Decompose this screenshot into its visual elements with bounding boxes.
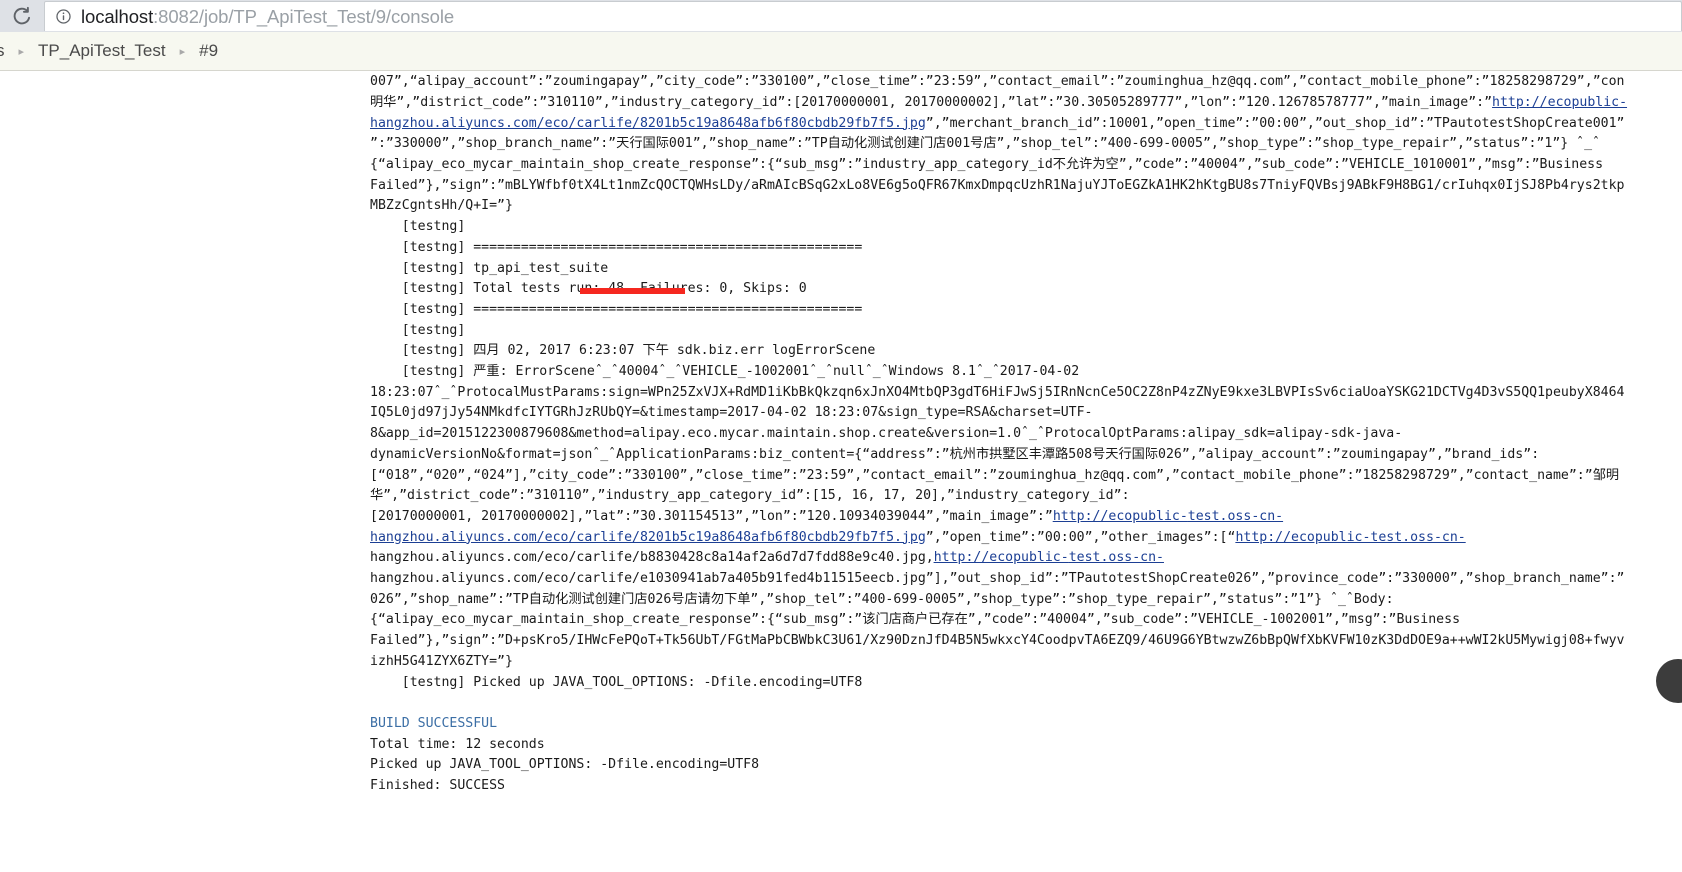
url-text: localhost:8082/job/TP_ApiTest_Test/9/con…	[81, 6, 454, 28]
address-bar[interactable]: localhost:8082/job/TP_ApiTest_Test/9/con…	[44, 1, 1682, 31]
reload-button[interactable]	[0, 0, 44, 32]
breadcrumb-item-build[interactable]: #9	[199, 41, 218, 61]
chevron-right-icon: ▸	[18, 45, 25, 58]
page-info-icon[interactable]	[55, 8, 72, 25]
browser-chrome: localhost:8082/job/TP_ApiTest_Test/9/con…	[0, 0, 1682, 32]
breadcrumb-item-job[interactable]: TP_ApiTest_Test	[38, 41, 166, 61]
url-path: :8082/job/TP_ApiTest_Test/9/console	[153, 5, 455, 27]
breadcrumb: s ▸ TP_ApiTest_Test ▸ #9	[0, 32, 1682, 71]
chevron-right-icon: ▸	[179, 45, 186, 58]
red-highlight-marker	[580, 288, 685, 294]
browser-toolbar: localhost:8082/job/TP_ApiTest_Test/9/con…	[0, 0, 1682, 32]
reload-icon	[11, 5, 33, 27]
console-log-text: 007”,“alipay_account”:”zoumingapay”,”cit…	[370, 74, 1628, 794]
url-host: localhost	[81, 5, 154, 27]
console-output-panel[interactable]: 007”,“alipay_account”:”zoumingapay”,”cit…	[0, 71, 1682, 872]
